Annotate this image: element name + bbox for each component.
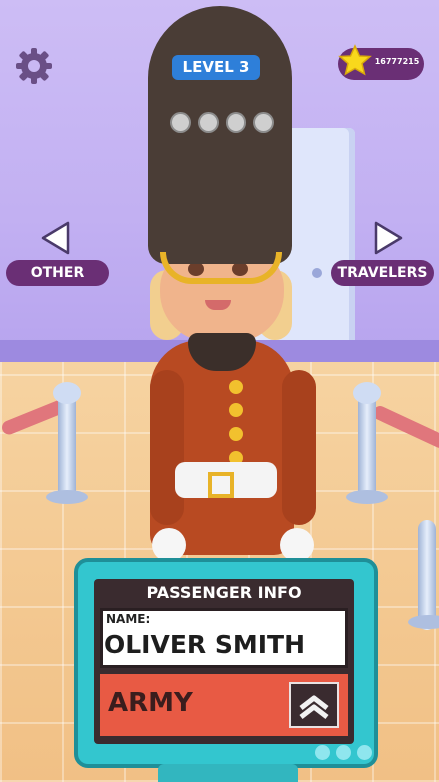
other-button[interactable]: OTHER — [6, 260, 109, 286]
indicator-light — [357, 745, 372, 760]
progress-dot — [225, 112, 247, 133]
passenger-info-title: PASSENGER INFO — [146, 583, 302, 602]
stanchion-post-right — [358, 392, 376, 504]
stanchion-top-left — [53, 382, 81, 404]
indicator-light — [336, 745, 351, 760]
stanchion-base-left — [46, 490, 88, 504]
hat-chin-strap — [160, 252, 282, 284]
bearskin-hat — [148, 6, 292, 264]
name-label: NAME: — [106, 612, 151, 626]
coat-button — [229, 403, 243, 417]
panel-stand — [158, 764, 298, 782]
character-glove-right — [280, 528, 314, 562]
arrow-right-icon[interactable] — [370, 220, 406, 256]
progress-dot — [197, 112, 219, 133]
belt-buckle — [208, 472, 234, 498]
character-arm-right — [282, 370, 316, 525]
character-arm-left — [150, 370, 184, 525]
progress-dot — [253, 112, 274, 133]
passenger-occupation: ARMY — [108, 688, 193, 718]
door-knob — [312, 268, 322, 278]
travelers-button[interactable]: TRAVELERS — [331, 260, 434, 286]
level-badge: LEVEL 3 — [172, 55, 260, 80]
stanchion-base-right — [346, 490, 388, 504]
arrow-left-icon[interactable] — [38, 220, 74, 256]
stanchion-top-right — [353, 382, 381, 404]
chevron-rank-icon — [289, 682, 339, 728]
coat-button — [229, 427, 243, 441]
indicator-light — [315, 745, 330, 760]
passenger-name: OLIVER SMITH — [104, 630, 306, 659]
stanchion-post-left — [58, 392, 76, 502]
panel-indicator-lights — [315, 745, 375, 761]
coat-button — [229, 380, 243, 394]
progress-dots — [170, 112, 274, 133]
star-icon — [338, 44, 372, 78]
coin-amount: 16777215 — [374, 57, 420, 66]
stanchion-post-far-right — [418, 520, 436, 630]
gear-icon[interactable] — [14, 46, 54, 86]
progress-dot — [170, 112, 191, 133]
character-glove-left — [152, 528, 186, 562]
